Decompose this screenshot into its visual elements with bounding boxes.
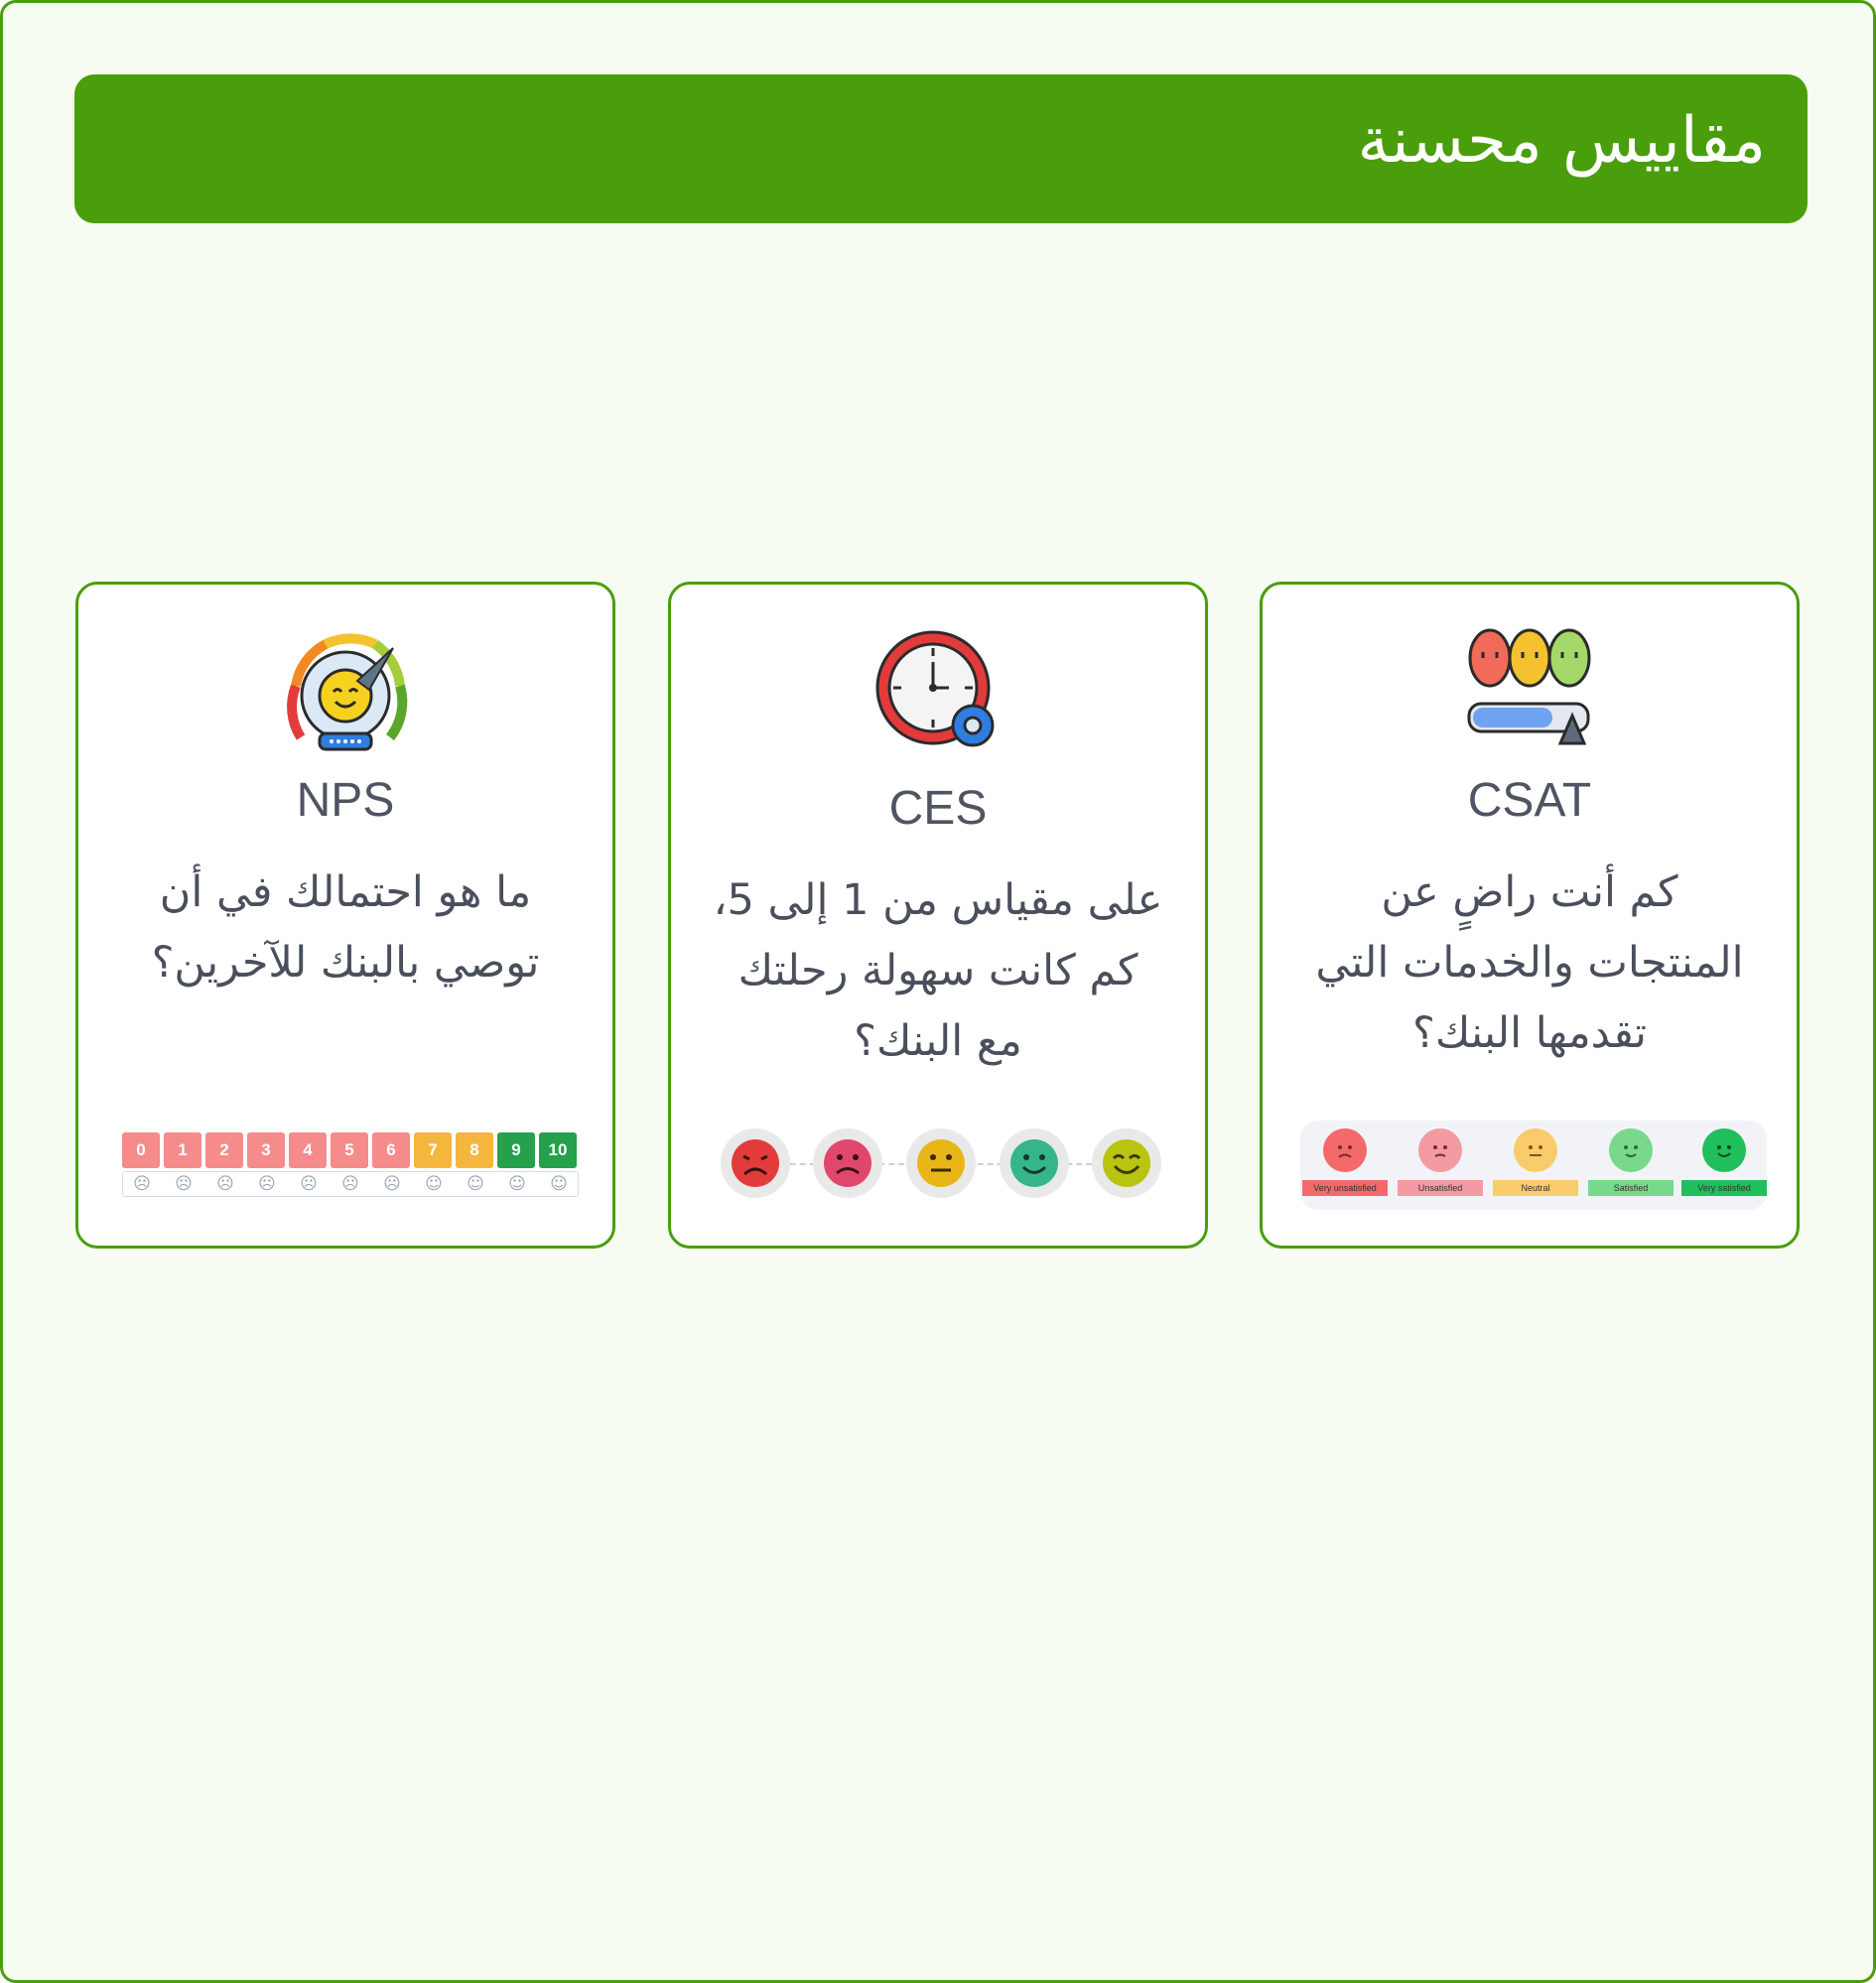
nps-question: ما هو احتمالك في أن توصي بالبنك للآخرين؟ — [151, 867, 540, 988]
nps-face-icon: ☹ — [258, 1174, 276, 1194]
unsatisfied-face-icon — [1418, 1128, 1462, 1172]
nps-score-8[interactable]: 8 — [456, 1132, 493, 1168]
ces-rating-scale[interactable] — [721, 1128, 1161, 1200]
csat-card: CSAT كم أنت راضٍ عن المنتجات والخدمات ال… — [1260, 582, 1800, 1249]
csat-label: Very unsatisfied — [1302, 1180, 1388, 1196]
very-satisfied-face-icon — [1702, 1128, 1746, 1172]
nps-face-icon: ☹ — [300, 1174, 318, 1194]
csat-option-neutral[interactable]: Neutral — [1493, 1128, 1578, 1196]
ces-face-very-easy-icon[interactable] — [1092, 1128, 1161, 1198]
nps-face-icon: ☹ — [216, 1174, 234, 1194]
nps-face-icon: ☹ — [383, 1174, 401, 1194]
neutral-face-icon — [1514, 1128, 1557, 1172]
csat-rating-scale[interactable]: Very unsatisfied Unsatisfied Neutral Sat… — [1300, 1121, 1767, 1210]
ces-card: CES على مقياس من 1 إلى 5، كم كانت سهولة … — [668, 582, 1208, 1249]
satisfied-face-icon — [1609, 1128, 1653, 1172]
nps-score-3[interactable]: 3 — [247, 1132, 285, 1168]
csat-option-very-satisfied[interactable]: Very satisfied — [1681, 1128, 1767, 1196]
nps-score-6[interactable]: 6 — [372, 1132, 410, 1168]
csat-option-satisfied[interactable]: Satisfied — [1588, 1128, 1674, 1196]
ces-face-very-difficult-icon[interactable] — [721, 1128, 790, 1198]
ces-title: CES — [888, 782, 988, 835]
csat-label: Neutral — [1493, 1180, 1578, 1196]
nps-score-0[interactable]: 0 — [122, 1132, 160, 1168]
very-unsatisfied-face-icon — [1323, 1128, 1367, 1172]
ces-face-difficult-icon[interactable] — [813, 1128, 882, 1198]
nps-score-5[interactable]: 5 — [331, 1132, 368, 1168]
nps-face-icon: ☹ — [341, 1174, 359, 1194]
nps-score-7[interactable]: 7 — [414, 1132, 452, 1168]
nps-face-icon: ☺ — [467, 1174, 484, 1194]
nps-face-icon: ☺ — [508, 1174, 526, 1194]
nps-score-4[interactable]: 4 — [289, 1132, 327, 1168]
ces-question: على مقياس من 1 إلى 5، كم كانت سهولة رحلت… — [713, 875, 1163, 1066]
header-banner: مقاييس محسنة — [74, 74, 1808, 223]
nps-score-1[interactable]: 1 — [164, 1132, 201, 1168]
nps-title: NPS — [296, 774, 395, 827]
ces-face-neutral-icon[interactable] — [906, 1128, 976, 1198]
nps-score-9[interactable]: 9 — [497, 1132, 535, 1168]
clock-gear-icon — [875, 630, 995, 747]
nps-score-10[interactable]: 10 — [539, 1132, 577, 1168]
satisfaction-slider-icon — [1467, 628, 1591, 745]
speedometer-smile-icon — [287, 633, 408, 751]
nps-face-icon: ☺ — [550, 1174, 568, 1194]
csat-label: Very satisfied — [1681, 1180, 1767, 1196]
csat-label: Satisfied — [1588, 1180, 1674, 1196]
nps-face-icon: ☹ — [133, 1174, 151, 1194]
csat-label: Unsatisfied — [1398, 1180, 1483, 1196]
csat-question: كم أنت راضٍ عن المنتجات والخدمات التي تق… — [1315, 867, 1744, 1058]
nps-face-icon: ☺ — [425, 1174, 443, 1194]
csat-option-very-unsatisfied[interactable]: Very unsatisfied — [1302, 1128, 1388, 1196]
csat-option-unsatisfied[interactable]: Unsatisfied — [1398, 1128, 1483, 1196]
page-title: مقاييس محسنة — [1357, 104, 1766, 178]
ces-face-easy-icon[interactable] — [1000, 1128, 1069, 1198]
nps-rating-scale[interactable]: 0 1 2 3 4 5 6 7 8 9 10 ☹ ☹ ☹ ☹ ☹ ☹ ☹ ☺ ☺ ☺ ☺ — [122, 1132, 579, 1197]
nps-score-2[interactable]: 2 — [205, 1132, 243, 1168]
nps-card: NPS ما هو احتمالك في أن توصي بالبنك للآخ… — [75, 582, 615, 1249]
page-frame: مقاييس محسنة NPS ما هو احتمالك في أن توص… — [0, 0, 1876, 1983]
csat-title: CSAT — [1467, 774, 1592, 827]
nps-face-icon: ☹ — [175, 1174, 193, 1194]
